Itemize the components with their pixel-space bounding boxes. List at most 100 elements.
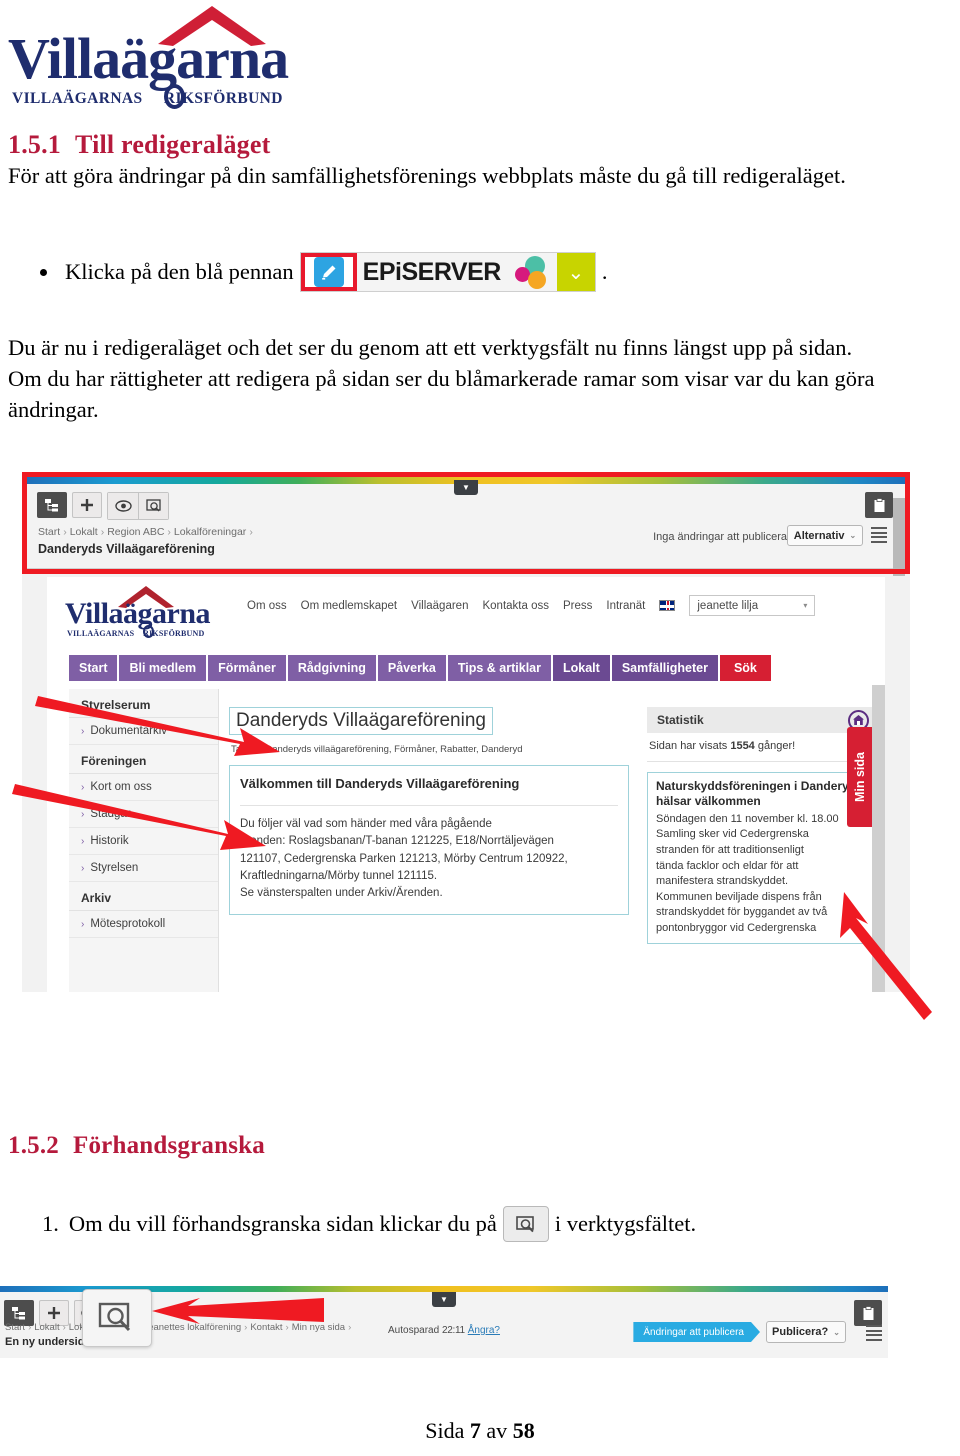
preview-icon[interactable] (82, 1289, 152, 1347)
user-menu[interactable]: jeanette lilja ▾ (689, 595, 816, 616)
news-title: Naturskyddsföreningen i Danderyd hälsar … (656, 779, 857, 809)
bullet-dot-icon (40, 268, 47, 276)
chevron-right-icon: › (81, 918, 85, 930)
bottom-breadcrumb[interactable]: Start›Lokalt›Lokalföreningar›Jeanettes l… (5, 1322, 354, 1333)
options-dropdown[interactable]: Alternativ ⌄ (787, 525, 863, 546)
editor-breadcrumb[interactable]: Start › Lokalt › Region ABC › Lokalföreningar › (38, 526, 256, 538)
bullet-klicka-pennan: Klicka på den blå pennan EPiSERVER ⌄ . (40, 252, 607, 292)
intro-paragraph: För att göra ändringar på din samfälligh… (8, 163, 846, 188)
clipboard-icon[interactable] (865, 492, 893, 518)
nav-item-paverka[interactable]: Påverka (377, 655, 446, 681)
top-link-om-oss[interactable]: Om oss (247, 600, 287, 612)
uk-flag-icon[interactable] (659, 600, 676, 611)
chevron-right-icon: › (81, 808, 85, 820)
search-button[interactable]: Sök (719, 655, 771, 681)
logo-subtitle: VILLAÄGARNAS RIKSFÖRBUND (12, 90, 283, 107)
page-footer: Sida 7 av 58 (425, 1418, 535, 1443)
sidebar-item-motesprotokoll[interactable]: › Mötesprotokoll (69, 911, 218, 938)
toolbar-scrollbar[interactable] (893, 498, 905, 576)
publish-dropdown[interactable]: Publicera? ⌄ (766, 1321, 846, 1343)
clipboard-icon[interactable] (854, 1300, 882, 1326)
redigeralaget-paragraph: Du är nu i redigeraläget och det ser du … (8, 335, 875, 423)
site-top-links: Om oss Om medlemskapet Villaägaren Konta… (247, 595, 816, 616)
nav-item-start[interactable]: Start (69, 655, 118, 681)
chevron-down-icon: ▾ (803, 601, 808, 610)
statistik-header: Statistik (647, 707, 875, 733)
user-name: jeanette lilja (697, 599, 759, 612)
step-forhandsgranska: 1. Om du vill förhandsgranska sidan klic… (42, 1206, 696, 1242)
toolbar-right-buttons (865, 492, 893, 518)
top-link-kontakta-oss[interactable]: Kontakta oss (482, 600, 548, 612)
section-number: 1.5.2 (8, 1132, 59, 1159)
site-logo-wordmark: Villaägarna (65, 597, 211, 630)
bullet-period: . (601, 259, 608, 284)
episerver-wordmark: EPiSERVER (362, 257, 502, 286)
brand-logo: Villaägarna VILLAÄGARNAS RIKSFÖRBUND (8, 4, 298, 112)
caret-down-icon: ⌄ (833, 1327, 840, 1337)
preview-icon[interactable] (502, 1206, 549, 1242)
page-title-editable[interactable]: Danderyds Villaägareförening (229, 707, 493, 735)
top-link-press[interactable]: Press (563, 600, 592, 612)
chevron-right-icon: › (81, 835, 85, 847)
preview-icon[interactable] (138, 493, 168, 519)
changes-to-publish-badge: Ändringar att publicera (633, 1322, 760, 1342)
list-menu-icon[interactable] (871, 526, 887, 544)
chevron-down-icon[interactable]: ⌄ (556, 253, 595, 291)
edit-pencil-highlight[interactable] (300, 253, 357, 291)
section-number: 1.5.1 (8, 130, 61, 159)
autosave-status: Autosparad 22:11 Ångra? (388, 1325, 500, 1336)
sidebar-heading-arkiv: Arkiv (69, 882, 218, 911)
view-toggle-group (107, 492, 169, 520)
undo-link[interactable]: Ångra? (468, 1325, 500, 1336)
site-main-column: Danderyds Villaägareförening Taggar: Dan… (229, 689, 629, 992)
publish-status-text: Inga ändringar att publicera (653, 531, 787, 543)
section-heading-151: 1.5.1 Till redigeraläget (8, 130, 270, 160)
bottom-page-name: En ny undersida (5, 1336, 91, 1348)
site-main-nav: Start Bli medlem Förmåner Rådgivning Påv… (69, 655, 865, 681)
statistik-visits: Sidan har visats 1554 gånger! (647, 733, 875, 762)
plus-icon[interactable] (72, 492, 102, 518)
sidebar-item-kort-om-oss[interactable]: › Kort om oss (69, 774, 218, 801)
statistik-label: Statistik (657, 713, 704, 727)
min-sida-tab[interactable]: Min sida (847, 727, 873, 827)
site-preview: Villaägarna VILLAÄGARNAS RIKSFÖRBUND Om … (47, 577, 885, 992)
episerver-dots-icon (511, 253, 557, 291)
step-text-before: Om du vill förhandsgranska sidan klickar… (68, 1211, 497, 1236)
chevron-right-icon: › (81, 725, 85, 737)
top-link-villaagaren[interactable]: Villaägaren (411, 600, 468, 612)
nav-item-lokalt[interactable]: Lokalt (553, 655, 610, 681)
sidebar-item-historik[interactable]: › Historik (69, 828, 218, 855)
sidebar-item-styrelsen[interactable]: › Styrelsen (69, 855, 218, 882)
sidebar-item-stadgar[interactable]: › Stadgar (69, 801, 218, 828)
pencil-icon[interactable] (313, 257, 344, 287)
main-body-editable[interactable]: Välkommen till Danderyds Villaägarefören… (229, 765, 629, 916)
bottom-collapse-handle[interactable]: ▼ (432, 1292, 456, 1307)
editor-screenshot-figure: ▼ Start › Lokalt › Region ABC › Lokalför… (22, 472, 910, 992)
top-link-intranat[interactable]: Intranät (606, 600, 645, 612)
nav-item-formaner[interactable]: Förmåner (208, 655, 286, 681)
list-menu-icon[interactable] (866, 1324, 882, 1342)
nav-item-tips-artiklar[interactable]: Tips & artiklar (447, 655, 551, 681)
top-link-om-medlemskapet[interactable]: Om medlemskapet (301, 600, 398, 612)
toolbar-collapse-handle[interactable]: ▼ (454, 480, 478, 495)
nav-item-bli-medlem[interactable]: Bli medlem (119, 655, 207, 681)
chevron-right-icon: › (81, 862, 85, 874)
episerver-logo-chip[interactable]: EPiSERVER ⌄ (299, 252, 596, 292)
sitemap-icon[interactable] (37, 492, 67, 518)
logo-wordmark: Villaägarna (8, 26, 289, 91)
page-tags: Taggar: Danderyds villaägareförening, Fö… (231, 744, 523, 755)
caret-down-icon: ⌄ (849, 531, 857, 540)
sidebar-heading-foreningen: Föreningen (69, 745, 218, 774)
news-item-editable[interactable]: Naturskyddsföreningen i Danderyd hälsar … (647, 772, 875, 944)
chevron-right-icon: › (81, 781, 85, 793)
site-scrollbar[interactable] (872, 685, 885, 992)
sidebar-item-dokumentarkiv[interactable]: › Dokumentarkiv (69, 718, 218, 745)
eye-icon[interactable] (108, 493, 138, 519)
site-sidebar: Styrelserum › Dokumentarkiv Föreningen › K… (69, 689, 219, 992)
nav-item-radgivning[interactable]: Rådgivning (287, 655, 376, 681)
site-brand-logo[interactable]: Villaägarna VILLAÄGARNAS RIKSFÖRBUND (65, 585, 211, 641)
welcome-body-text: Du följer väl vad som händer med våra på… (240, 818, 568, 899)
toolbar-button-group (37, 492, 169, 520)
site-logo-subtitle: VILLAÄGARNAS RIKSFÖRBUND (67, 629, 205, 638)
nav-item-samfalligheter[interactable]: Samfälligheter (611, 655, 718, 681)
